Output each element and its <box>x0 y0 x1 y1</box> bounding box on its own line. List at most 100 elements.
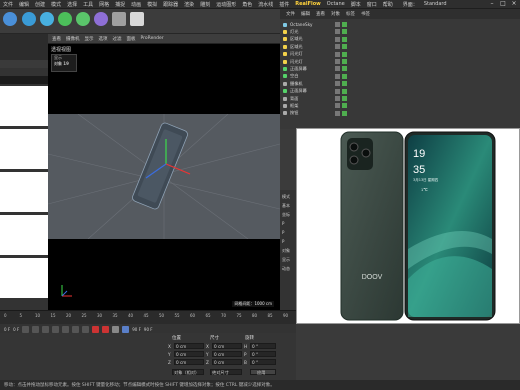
menu-item[interactable]: 编辑 <box>19 1 29 8</box>
attribute-tab[interactable]: P <box>282 239 284 244</box>
object-row[interactable]: 灯光 <box>280 28 520 35</box>
play-icon[interactable] <box>52 325 60 333</box>
keyframe-icon[interactable] <box>112 325 120 333</box>
menu-item[interactable]: 动画 <box>131 1 141 8</box>
menu-item[interactable]: 网格 <box>99 1 109 8</box>
visibility-icon[interactable] <box>342 44 347 50</box>
visibility-icon[interactable] <box>335 110 340 116</box>
visibility-icon[interactable] <box>335 29 340 35</box>
object-manager-menu-item[interactable]: 标签 <box>346 11 355 17</box>
attribute-tab[interactable]: 基本 <box>282 203 290 209</box>
object-row[interactable]: 框架 <box>280 102 520 109</box>
object-name[interactable]: 灯光 <box>290 29 298 35</box>
object-row[interactable]: 正面屏幕 <box>280 65 520 72</box>
visibility-icon[interactable] <box>342 29 347 35</box>
next-key-icon[interactable] <box>72 325 80 333</box>
generator-icon[interactable] <box>58 12 72 26</box>
camera-icon[interactable] <box>112 12 126 26</box>
menu-item[interactable]: 运动图形 <box>216 1 236 8</box>
menu-item[interactable]: RealFlow <box>295 1 321 7</box>
visibility-icon[interactable] <box>342 88 347 94</box>
size-mode-select[interactable]: 绝对尺寸 <box>210 369 242 375</box>
attribute-tab[interactable]: P <box>282 221 284 226</box>
object-name[interactable]: 正面屏幕 <box>290 88 307 94</box>
object-manager-menu-item[interactable]: 书签 <box>361 11 370 17</box>
record-icon[interactable] <box>92 325 100 333</box>
visibility-icon[interactable] <box>342 73 347 79</box>
coord-mode-select[interactable]: 对象（相对） <box>172 369 204 375</box>
attribute-tab[interactable]: 对象 <box>282 248 290 254</box>
attribute-tab[interactable]: 动态 <box>282 266 290 272</box>
object-row[interactable]: 摄像机 <box>280 80 520 87</box>
maximize-icon[interactable]: □ <box>500 1 506 7</box>
visibility-icon[interactable] <box>335 96 340 101</box>
sphere-icon[interactable] <box>40 12 54 26</box>
object-name[interactable]: 闪光灯 <box>290 51 303 57</box>
deformer-icon[interactable] <box>76 12 90 26</box>
next-frame-icon[interactable] <box>62 325 70 333</box>
visibility-icon[interactable] <box>335 36 340 42</box>
object-row[interactable]: OctaneSky <box>280 21 520 28</box>
current-frame[interactable]: 0 F <box>13 327 19 332</box>
size-y-field[interactable]: 0 cm <box>212 351 242 357</box>
attribute-tab[interactable]: 显示 <box>282 257 290 263</box>
viewport-menu-item[interactable]: 摄像机 <box>66 36 80 42</box>
autokey-icon[interactable] <box>102 325 110 333</box>
viewport-menu-item[interactable]: ProRender <box>141 36 164 41</box>
object-row[interactable]: 闪光灯 <box>280 58 520 65</box>
menu-item[interactable]: 插件 <box>279 1 289 8</box>
viewport-menu-item[interactable]: 选项 <box>99 36 108 42</box>
menu-item[interactable]: 创建 <box>35 1 45 8</box>
scene-icon[interactable] <box>94 12 108 26</box>
rot-b-field[interactable]: 0 ° <box>250 359 276 365</box>
object-row[interactable]: 区域光 <box>280 36 520 43</box>
object-name[interactable]: 区域光 <box>290 36 303 42</box>
menu-item[interactable]: 选择 <box>67 1 77 8</box>
attribute-tab[interactable]: 坐标 <box>282 212 290 218</box>
visibility-icon[interactable] <box>335 73 340 79</box>
visibility-icon[interactable] <box>342 110 347 116</box>
object-name[interactable]: 空白 <box>290 73 298 79</box>
object-name[interactable]: 背面 <box>290 96 298 102</box>
visibility-icon[interactable] <box>335 51 340 57</box>
pos-y-field[interactable]: 0 cm <box>174 351 204 357</box>
visibility-icon[interactable] <box>335 103 340 109</box>
visibility-icon[interactable] <box>342 66 347 72</box>
menu-item[interactable]: 帮助 <box>383 1 393 8</box>
menu-item[interactable]: 文件 <box>3 1 13 8</box>
menu-item[interactable]: 工具 <box>83 1 93 8</box>
viewport-menu-item[interactable]: 过滤 <box>113 36 122 42</box>
menu-item[interactable]: 跟踪器 <box>163 1 178 8</box>
rot-p-field[interactable]: 0 ° <box>250 351 276 357</box>
close-icon[interactable]: × <box>511 1 517 7</box>
menu-item[interactable]: 模式 <box>51 1 61 8</box>
object-name[interactable]: 正面屏幕 <box>290 66 307 72</box>
motion-icon[interactable] <box>122 325 130 333</box>
object-manager-menu-item[interactable]: 编辑 <box>301 11 310 17</box>
visibility-icon[interactable] <box>342 96 347 101</box>
object-manager-menu-item[interactable]: 对象 <box>331 11 340 17</box>
menu-item[interactable]: 捕捉 <box>115 1 125 8</box>
object-name[interactable]: 框架 <box>290 103 298 109</box>
layout-select[interactable]: Standard <box>424 1 447 7</box>
viewport-menu-item[interactable]: 查看 <box>52 36 61 42</box>
3d-viewport[interactable]: 透视视图 显示 对象 19 网格间距：1000 cm <box>48 44 280 310</box>
visibility-icon[interactable] <box>342 59 347 64</box>
menu-item[interactable]: 脚本 <box>351 1 361 8</box>
menu-item[interactable]: 流水线 <box>258 1 273 8</box>
object-name[interactable]: 按钮 <box>290 110 298 116</box>
object-row[interactable]: 区域光 <box>280 43 520 50</box>
pos-x-field[interactable]: 0 cm <box>174 343 204 349</box>
menu-item[interactable]: 模拟 <box>147 1 157 8</box>
size-z-field[interactable]: 0 cm <box>212 359 242 365</box>
object-name[interactable]: OctaneSky <box>290 22 312 27</box>
visibility-icon[interactable] <box>342 103 347 109</box>
visibility-icon[interactable] <box>335 81 340 87</box>
go-start-icon[interactable] <box>22 325 30 333</box>
visibility-icon[interactable] <box>342 51 347 57</box>
object-name[interactable]: 闪光灯 <box>290 59 303 65</box>
menu-item[interactable]: 渲染 <box>184 1 194 8</box>
object-row[interactable]: 闪光灯 <box>280 51 520 58</box>
end-frame[interactable]: 90 F <box>132 327 141 332</box>
go-end-icon[interactable] <box>82 325 90 333</box>
